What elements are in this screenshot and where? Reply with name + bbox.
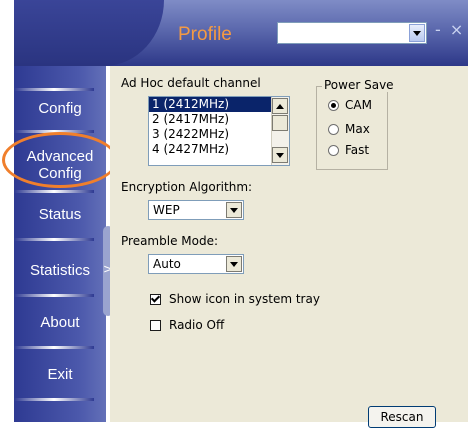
chevron-down-icon — [230, 207, 238, 213]
sidebar-item-exit[interactable]: Exit — [14, 366, 106, 383]
list-item[interactable]: 1 (2412MHz) — [149, 97, 289, 112]
window-buttons[interactable]: - × — [435, 20, 465, 39]
radio-off-option[interactable]: Radio Off — [150, 318, 224, 332]
encryption-label: Encryption Algorithm: — [121, 180, 253, 194]
sidebar-item-statistics[interactable]: Statistics — [14, 262, 106, 279]
radio-button[interactable] — [328, 123, 339, 135]
show-icon-checkbox[interactable] — [150, 293, 161, 305]
encryption-select[interactable]: WEP — [148, 200, 244, 220]
rescan-button[interactable]: Rescan — [368, 406, 436, 428]
sidebar-item-config[interactable]: Config — [14, 100, 106, 117]
scroll-down-button[interactable] — [272, 147, 288, 163]
profile-dropdown-button[interactable] — [409, 24, 425, 42]
power-save-title: Power Save — [322, 78, 396, 92]
adhoc-channel-list[interactable]: 1 (2412MHz) 2 (2417MHz) 3 (2422MHz) 4 (2… — [148, 96, 290, 166]
radio-off-checkbox[interactable] — [150, 319, 161, 331]
profile-select[interactable] — [277, 22, 427, 44]
profile-title: Profile — [178, 24, 232, 45]
radio-cam[interactable]: CAM — [328, 98, 372, 112]
show-icon-label: Show icon in system tray — [169, 292, 320, 306]
encryption-value: WEP — [153, 203, 180, 217]
radio-button[interactable] — [328, 144, 339, 156]
list-item[interactable]: 3 (2422MHz) — [149, 127, 289, 142]
nav-separator — [14, 88, 94, 91]
sidebar-item-status[interactable]: Status — [14, 206, 106, 223]
preamble-select[interactable]: Auto — [148, 254, 244, 274]
preamble-label: Preamble Mode: — [121, 234, 219, 248]
list-item[interactable]: 4 (2427MHz) — [149, 142, 289, 157]
list-item[interactable]: 2 (2417MHz) — [149, 112, 289, 127]
nav-separator — [14, 238, 94, 241]
show-icon-option[interactable]: Show icon in system tray — [150, 292, 320, 306]
chevron-down-icon — [276, 152, 284, 158]
preamble-dropdown-button[interactable] — [226, 256, 242, 272]
scrollbar[interactable] — [271, 97, 289, 165]
nav-separator — [14, 346, 94, 349]
encryption-dropdown-button[interactable] — [226, 202, 242, 218]
radio-off-label: Radio Off — [169, 318, 225, 332]
scroll-thumb[interactable] — [272, 115, 288, 131]
nav-separator — [14, 294, 94, 297]
radio-max[interactable]: Max — [328, 122, 370, 136]
sidebar-item-about[interactable]: About — [14, 314, 106, 331]
radio-button[interactable] — [328, 99, 339, 111]
chevron-up-icon — [276, 103, 284, 109]
scroll-up-button[interactable] — [272, 98, 288, 114]
title-bar-curve — [14, 0, 164, 66]
adhoc-channel-label: Ad Hoc default channel — [121, 76, 261, 90]
highlight-ring — [2, 132, 118, 188]
chevron-down-icon — [230, 261, 238, 267]
preamble-value: Auto — [153, 257, 181, 271]
nav-separator — [14, 190, 94, 193]
chevron-down-icon — [413, 30, 421, 36]
nav-separator — [14, 398, 94, 401]
radio-label: Fast — [345, 143, 370, 157]
radio-label: CAM — [345, 98, 372, 112]
radio-fast[interactable]: Fast — [328, 143, 369, 157]
radio-label: Max — [345, 122, 370, 136]
